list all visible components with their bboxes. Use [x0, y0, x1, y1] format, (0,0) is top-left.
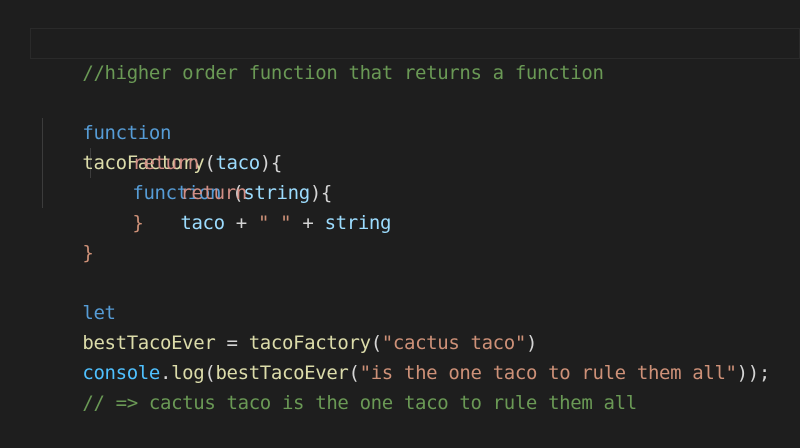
string-space: " " [258, 212, 292, 234]
plus-operator: + [224, 212, 258, 234]
close-brace: } [132, 212, 144, 234]
identifier-taco: taco [180, 212, 225, 234]
code-line-return-concat[interactable]: return taco + " " + string [136, 148, 391, 234]
code-line-outer-close[interactable]: } [38, 208, 93, 264]
code-line-return-function[interactable]: return function (string){ [88, 118, 332, 204]
code-editor[interactable]: //higher order function that returns a f… [0, 0, 800, 414]
code-line-console-log[interactable]: console.log(bestTacoEver("is the one tac… [38, 328, 770, 384]
comment-text: //higher order function that returns a f… [82, 62, 604, 84]
keyword-let: let [82, 302, 116, 324]
identifier-string: string [324, 212, 392, 234]
close-paren-brace: ){ [309, 182, 333, 204]
code-line-comment-1[interactable]: //higher order function that returns a f… [38, 28, 604, 84]
code-line-function-declaration[interactable]: function tacoFactory(taco){ [38, 88, 282, 174]
comment-text: // => cactus taco is the one taco to rul… [82, 392, 637, 414]
code-line-inner-close[interactable]: } [88, 178, 143, 234]
close-brace: } [82, 242, 94, 264]
parameter-string: string [243, 182, 310, 204]
code-line-comment-2[interactable]: // => cactus taco is the one taco to rul… [38, 358, 637, 414]
code-line-let-declaration[interactable]: let bestTacoEver = tacoFactory("cactus t… [38, 268, 537, 354]
keyword-return: return [180, 182, 247, 204]
plus-operator: + [291, 212, 325, 234]
close-parens-semicolon: )); [736, 362, 771, 384]
